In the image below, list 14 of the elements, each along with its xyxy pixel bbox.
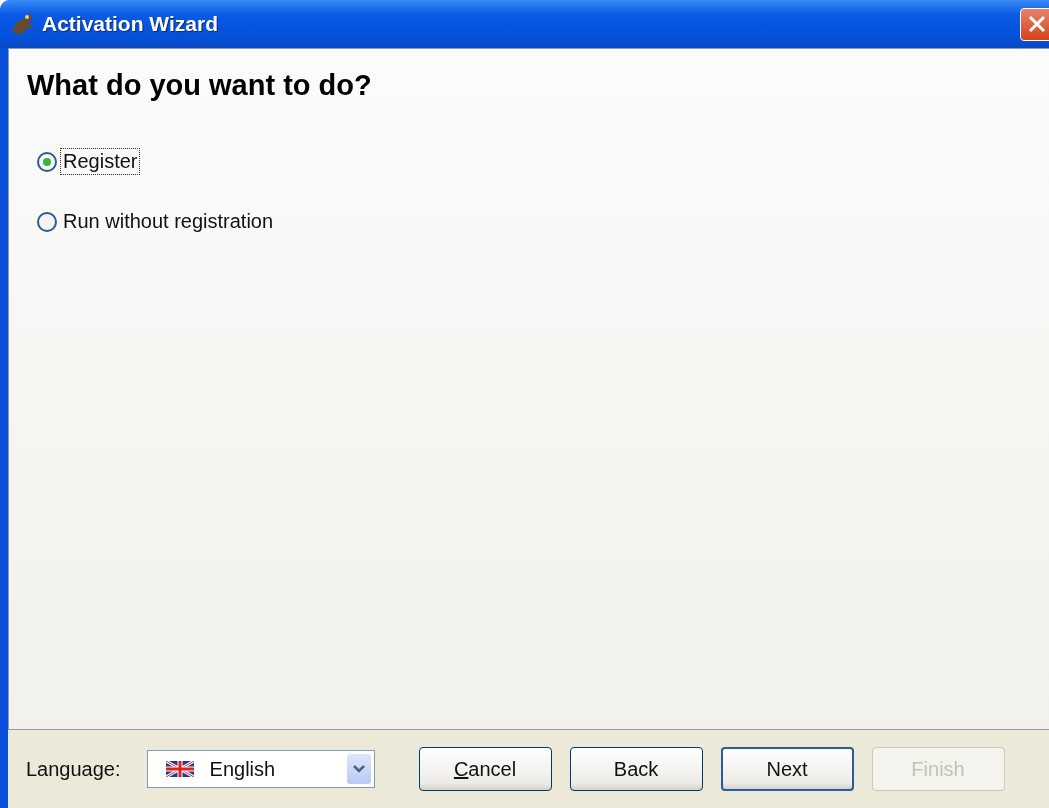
close-icon xyxy=(1026,14,1047,34)
language-label: Language: xyxy=(26,757,121,781)
radio-button[interactable] xyxy=(37,211,57,232)
option-label[interactable]: Register xyxy=(60,148,141,175)
wizard-button[interactable]: Cancel xyxy=(418,747,552,791)
close-button[interactable] xyxy=(1020,7,1049,41)
option-label[interactable]: Run without registration xyxy=(60,208,277,235)
language-dropdown[interactable]: English xyxy=(146,750,375,788)
flag-icon xyxy=(165,761,194,777)
page-heading: What do you want to do? xyxy=(27,69,373,102)
window-title: Activation Wizard xyxy=(42,12,219,36)
wizard-button[interactable]: Next xyxy=(720,747,854,791)
wizard-button[interactable]: Back xyxy=(569,747,703,791)
radio-button[interactable] xyxy=(37,151,57,172)
